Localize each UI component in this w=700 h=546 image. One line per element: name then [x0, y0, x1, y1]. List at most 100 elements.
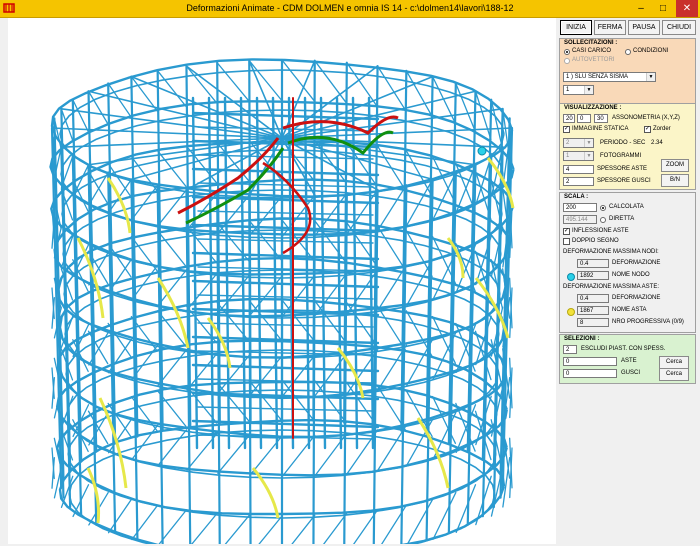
structure-model [49, 58, 515, 546]
sub-case-value: 1 [566, 87, 570, 93]
brace [131, 504, 159, 541]
brace [281, 59, 315, 102]
casi-carico-label: CASI CARICO [572, 48, 612, 54]
periodo-select[interactable]: 2 ▼ [563, 138, 594, 148]
condizioni-label: CONDIZIONI [633, 48, 669, 54]
nome-nodo-value: 1892 [577, 271, 609, 280]
sollecitazioni-title: SOLLECITAZIONI : [564, 40, 618, 46]
minimize-button[interactable]: – [630, 0, 652, 17]
def-nodi-label: DEFORMAZIONE MASSIMA NODI: [563, 249, 659, 255]
calcolata-radio[interactable] [600, 205, 606, 211]
chevron-down-icon: ▼ [584, 139, 593, 147]
spessore-aste-input[interactable]: 4 [563, 165, 594, 174]
fotogrammi-select[interactable]: 1 ▼ [563, 151, 594, 161]
condizioni-radio[interactable] [625, 49, 631, 55]
core-beam [191, 279, 380, 289]
aste-label: ASTE [621, 358, 637, 364]
close-button[interactable]: ✕ [676, 0, 698, 17]
brace [185, 145, 218, 184]
bn-button[interactable]: B/N [661, 174, 689, 187]
brace [406, 498, 434, 546]
def-aste-label: DEFORMAZIONE MASSIMA ASTE: [563, 284, 660, 290]
gusci-input[interactable]: 0 [563, 369, 617, 378]
brace [314, 352, 348, 396]
diretta-label: DIRETTA [609, 216, 635, 222]
chevron-down-icon: ▼ [584, 86, 593, 94]
brace [186, 272, 218, 311]
sollecitazioni-section: SOLLECITAZIONI : CASI CARICO CONDIZIONI … [559, 38, 696, 104]
max-node-marker [477, 146, 487, 156]
asta-marker-icon [567, 308, 575, 316]
def-aste-value: 0.4 [577, 294, 609, 303]
brace [289, 514, 316, 546]
brace [314, 272, 348, 316]
axon-z-input[interactable]: 30 [594, 114, 608, 123]
load-case-select[interactable]: 1 ) SLU SENZA SISMA ▼ [563, 72, 656, 82]
immagine-statica-checkbox[interactable]: ✓ [563, 126, 570, 133]
brace [346, 189, 379, 234]
nome-asta-label: NOME ASTA [612, 307, 647, 313]
doppio-segno-label: DOPPIO SEGNO [572, 238, 619, 244]
visualizzazione-section: VISUALIZZAZIONE : 20 0 30 ASSONOMETRIA (… [559, 103, 696, 190]
sub-case-select[interactable]: 1 ▼ [563, 85, 594, 95]
periodo-value: 2 [566, 140, 570, 146]
brace [248, 60, 283, 101]
node-marker-icon [567, 273, 575, 281]
scala-section: SCALA : 200 CALCOLATA 495.144 DIRETTA ✓ … [559, 192, 696, 333]
nome-asta-value: 1867 [577, 306, 609, 315]
chevron-down-icon: ▼ [646, 73, 655, 81]
autovettori-radio[interactable] [564, 58, 570, 64]
load-case-value: 1 ) SLU SENZA SISMA [566, 74, 629, 80]
inflessione-label: INFLESSIONE ASTE [572, 228, 629, 234]
aste-input[interactable]: 0 [563, 357, 617, 366]
axon-y-input[interactable]: 0 [577, 114, 591, 123]
periodo-label: PERIODO - SEC [600, 140, 646, 146]
brace [157, 189, 188, 226]
maximize-button[interactable]: □ [652, 0, 674, 17]
window-title: Deformazioni Animate - CDM DOLMEN e omni… [186, 3, 514, 13]
ferma-button[interactable]: FERMA [594, 20, 626, 35]
inizia-button[interactable]: INIZIA [560, 20, 592, 35]
zorder-checkbox[interactable]: ✓ [644, 126, 651, 133]
escludi-input[interactable]: 2 [563, 345, 577, 354]
nro-progressiva-label: NRO PROGRESSIVA (0/9) [612, 319, 684, 325]
fotogrammi-value: 1 [566, 153, 570, 159]
zoom-button[interactable]: ZOOM [661, 159, 689, 172]
brace [314, 60, 347, 104]
brace [321, 512, 348, 546]
doppio-segno-checkbox[interactable] [563, 238, 570, 245]
deformation-canvas[interactable] [8, 18, 556, 546]
diretta-input[interactable]: 495.144 [563, 215, 597, 224]
title-bar: Deformazioni Animate - CDM DOLMEN e omni… [0, 0, 700, 18]
axon-label: ASSONOMETRIA (X,Y,Z) [612, 115, 680, 121]
brace [377, 184, 407, 231]
axon-x-input[interactable]: 20 [563, 114, 575, 123]
shell-strip [156, 277, 190, 349]
spessore-gusci-label: SPESSORE GUSCI [597, 178, 651, 184]
calcolata-input[interactable]: 200 [563, 203, 597, 212]
spessore-gusci-input[interactable]: 2 [563, 177, 594, 186]
casi-carico-radio[interactable] [564, 49, 570, 55]
diretta-radio[interactable] [600, 217, 606, 223]
chevron-down-icon: ▼ [584, 152, 593, 160]
inflessione-checkbox[interactable]: ✓ [563, 228, 570, 235]
spessore-aste-label: SPESSORE ASTE [597, 166, 648, 172]
brace [314, 300, 347, 344]
brace [281, 299, 315, 342]
selezioni-section: SELEZIONI : 2 ESCLUDI PIAST. CON SPESS. … [559, 334, 696, 384]
chiudi-button[interactable]: CHIUDI [662, 20, 696, 35]
nro-progressiva-value: 8 [577, 318, 609, 327]
escludi-label: ESCLUDI PIAST. CON SPESS. [581, 346, 666, 352]
pausa-button[interactable]: PAUSA [628, 20, 660, 35]
zorder-label: Zorder [653, 126, 671, 132]
brace [107, 498, 133, 534]
brace [87, 410, 109, 445]
deformazione-aste-label: DEFORMAZIONE [612, 295, 661, 301]
nome-nodo-label: NOME NODO [612, 272, 650, 278]
brace [107, 402, 132, 438]
column [71, 155, 83, 518]
brace [157, 230, 187, 267]
gusci-label: GUSCI [621, 370, 641, 376]
visualizzazione-title: VISUALIZZAZIONE : [564, 105, 622, 111]
cerca-gusci-button[interactable]: Cerca [659, 368, 689, 381]
